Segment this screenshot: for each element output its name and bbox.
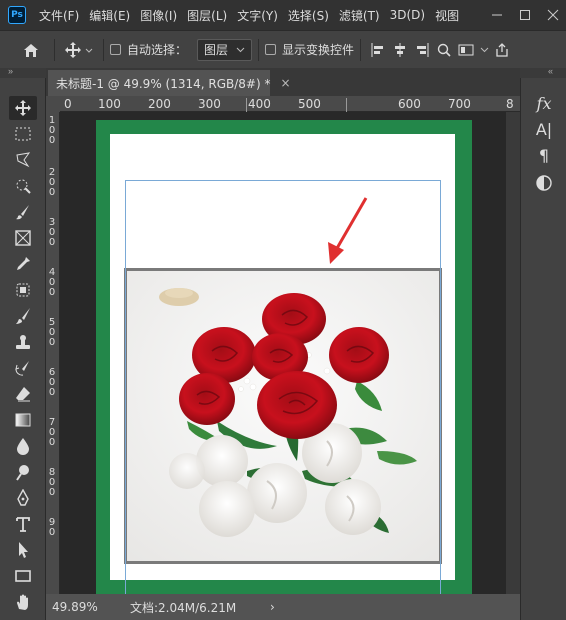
workspace-icon[interactable] — [455, 43, 477, 57]
zoom-level[interactable]: 49.89% — [52, 600, 130, 614]
lasso-tool-icon[interactable] — [9, 148, 37, 172]
menu-layer[interactable]: 图层(L) — [182, 7, 232, 24]
ruler-marker — [246, 98, 247, 112]
menu-edit[interactable]: 编辑(E) — [84, 7, 135, 24]
horizontal-ruler: 0 100 200 300 400 500 600 700 8 — [60, 96, 520, 112]
selection-guide-box — [125, 180, 441, 594]
menu-select[interactable]: 选择(S) — [283, 7, 334, 24]
tools-panel — [0, 78, 46, 620]
gradient-tool-icon[interactable] — [9, 408, 37, 432]
ruler-label: 0 — [48, 187, 56, 198]
share-icon[interactable] — [491, 42, 513, 58]
align-left-icon[interactable] — [367, 42, 389, 57]
menu-file[interactable]: 文件(F) — [34, 7, 84, 24]
auto-select-checkbox[interactable] — [110, 44, 121, 55]
minimize-icon[interactable] — [484, 0, 510, 30]
document-tab-bar: 未标题-1 @ 49.9% (1314, RGB/8#) * × — [46, 68, 520, 96]
document-tab-title: 未标题-1 @ 49.9% (1314, RGB/8#) * — [56, 76, 271, 91]
ruler-label: 0 — [48, 527, 56, 538]
chevron-down-icon[interactable] — [477, 47, 491, 53]
vertical-ruler: 1 0 0 2 0 0 3 0 0 4 0 0 5 0 0 6 0 0 7 0 … — [46, 112, 60, 594]
search-icon[interactable] — [433, 43, 455, 57]
divider — [360, 38, 362, 61]
collapse-toolbar-icon[interactable]: » — [8, 66, 13, 76]
character-panel-icon[interactable]: A| — [531, 118, 557, 140]
ruler-label: 0 — [48, 337, 56, 348]
eraser-tool-icon[interactable] — [9, 382, 37, 406]
collapse-panels-icon[interactable]: « — [548, 66, 553, 76]
home-icon[interactable] — [14, 42, 48, 58]
ruler-corner — [46, 96, 60, 112]
ruler-label: 500 — [298, 97, 321, 111]
menu-type[interactable]: 文字(Y) — [232, 7, 283, 24]
layer-dropdown[interactable]: 图层 — [197, 38, 253, 61]
brush-tool-icon[interactable] — [9, 304, 37, 328]
status-bar: 49.89% 文档:2.04M/6.21M › — [46, 594, 520, 620]
crop-frame-tool-icon[interactable] — [9, 226, 37, 250]
ruler-label: 300 — [198, 97, 221, 111]
ruler-label: 0 — [48, 135, 56, 146]
clone-stamp-tool-icon[interactable] — [9, 330, 37, 354]
options-bar: 自动选择： 图层 显示变换控件 — [0, 30, 566, 68]
ruler-label: 0 — [48, 437, 56, 448]
show-transform-label: 显示变换控件 — [282, 43, 355, 57]
eyedropper-tool-icon[interactable] — [9, 252, 37, 276]
menu-image[interactable]: 图像(I) — [135, 7, 182, 24]
document-tab[interactable]: 未标题-1 @ 49.9% (1314, RGB/8#) * × — [48, 70, 291, 96]
status-menu-arrow-icon[interactable]: › — [270, 600, 275, 614]
red-arrow-annotation — [328, 197, 368, 264]
move-tool-icon[interactable] — [9, 96, 37, 120]
ruler-label: 100 — [98, 97, 121, 111]
hand-tool-icon[interactable] — [9, 590, 37, 614]
menu-3d[interactable]: 3D(D) — [385, 8, 430, 22]
menu-bar: Ps 文件(F) 编辑(E) 图像(I) 图层(L) 文字(Y) 选择(S) 滤… — [0, 0, 566, 30]
maximize-icon[interactable] — [512, 0, 538, 30]
align-center-icon[interactable] — [389, 42, 411, 57]
dodge-tool-icon[interactable] — [9, 460, 37, 484]
history-brush-tool-icon[interactable] — [9, 356, 37, 380]
show-transform-checkbox[interactable] — [265, 44, 277, 55]
type-tool-icon[interactable] — [9, 512, 37, 536]
ruler-label: 8 — [506, 97, 514, 111]
blur-tool-icon[interactable] — [9, 434, 37, 458]
layer-dropdown-value: 图层 — [204, 43, 229, 57]
ruler-marker — [346, 98, 347, 112]
brush-small-tool-icon[interactable] — [9, 200, 37, 224]
marquee-tool-icon[interactable] — [9, 122, 37, 146]
ruler-label: 0 — [48, 237, 56, 248]
auto-select-label: 自动选择： — [127, 43, 188, 57]
divider — [258, 38, 260, 61]
move-tool-preset-icon[interactable] — [61, 41, 97, 59]
fx-styles-icon[interactable]: fx — [531, 92, 557, 114]
ruler-label: 600 — [398, 97, 421, 111]
close-tab-icon[interactable]: × — [280, 76, 290, 90]
divider — [103, 38, 104, 61]
chevron-down-icon — [236, 47, 245, 52]
ruler-label: 0 — [48, 487, 56, 498]
document-info: 文档:2.04M/6.21M — [130, 600, 237, 615]
align-right-icon[interactable] — [411, 42, 433, 57]
adjustments-icon[interactable] — [531, 172, 557, 194]
path-selection-tool-icon[interactable] — [9, 538, 37, 562]
ruler-label: 700 — [448, 97, 471, 111]
canvas-area[interactable]: 0 100 200 300 400 500 600 700 8 1 0 0 2 … — [46, 96, 520, 594]
ruler-label: 0 — [48, 287, 56, 298]
ruler-label: 0 — [64, 97, 72, 111]
ruler-label: 200 — [148, 97, 171, 111]
divider — [54, 38, 55, 61]
ruler-label: 0 — [48, 387, 56, 398]
right-panel-dock: fx A| ¶ — [520, 78, 566, 620]
pen-tool-icon[interactable] — [9, 486, 37, 510]
ruler-label: 400 — [248, 97, 271, 111]
healing-brush-tool-icon[interactable] — [9, 278, 37, 302]
menu-filter[interactable]: 滤镜(T) — [334, 7, 385, 24]
vertical-scrollbar[interactable] — [506, 112, 520, 594]
menu-view[interactable]: 视图 — [430, 7, 464, 24]
photoshop-logo: Ps — [8, 6, 26, 24]
close-window-icon[interactable] — [540, 0, 566, 30]
rectangle-tool-icon[interactable] — [9, 564, 37, 588]
paragraph-panel-icon[interactable]: ¶ — [531, 144, 557, 166]
quick-selection-tool-icon[interactable] — [9, 174, 37, 198]
